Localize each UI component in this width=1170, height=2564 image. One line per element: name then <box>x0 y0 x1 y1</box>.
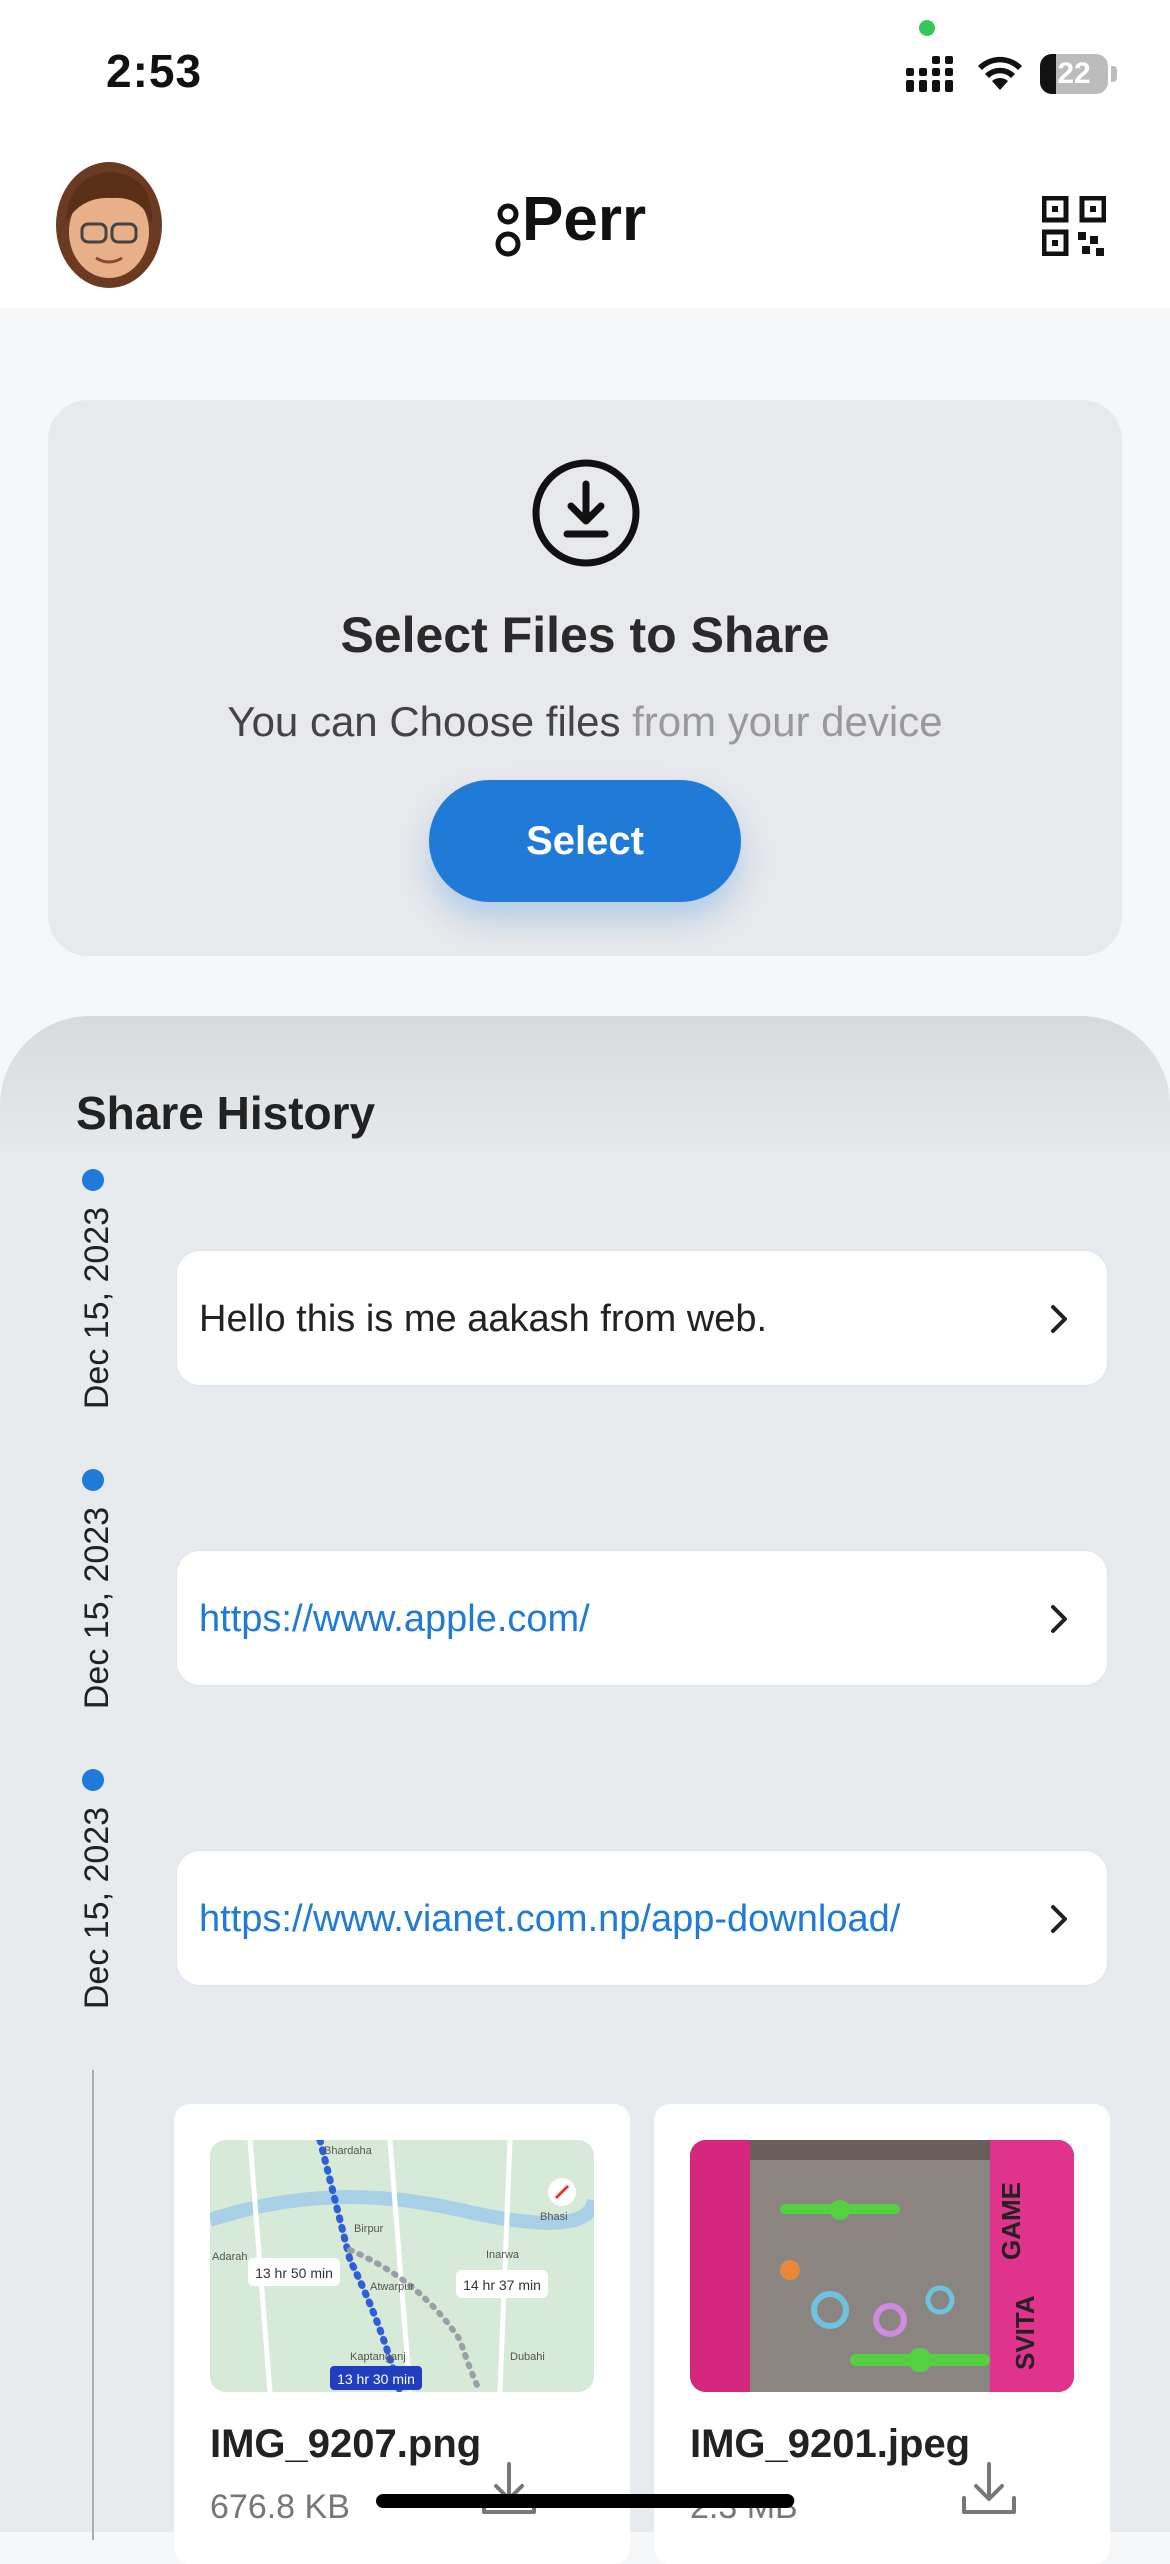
map-route-label: 14 hr 37 min <box>463 2277 541 2293</box>
toy-text: SVITA <box>1010 2295 1040 2370</box>
map-route-label: 13 hr 30 min <box>337 2371 415 2387</box>
select-button[interactable]: Select <box>429 780 741 902</box>
history-item-text[interactable]: Hello this is me aakash from web. <box>176 1250 1108 1386</box>
file-size: 676.8 KB <box>210 2488 350 2526</box>
file-name: IMG_9207.png <box>210 2422 482 2466</box>
qr-code-icon[interactable] <box>1042 196 1106 256</box>
download-circle-icon <box>532 459 640 567</box>
app-logo: Perr <box>495 185 646 257</box>
chevron-right-icon <box>1051 1605 1067 1633</box>
file-name: IMG_9201.jpeg <box>690 2422 971 2466</box>
panel-subtitle-rest: from your device <box>620 698 943 745</box>
history-item-link[interactable]: https://www.vianet.com.np/app-download/ <box>176 1850 1108 1986</box>
panel-subtitle-strong: You can Choose files <box>227 698 621 745</box>
battery-tip <box>1111 66 1117 82</box>
privacy-indicator-dot <box>919 20 935 36</box>
signal-icon <box>906 56 953 92</box>
history-item-content: Hello this is me aakash from web. <box>199 1298 768 1340</box>
map-place-label: Adarah <box>212 2251 247 2263</box>
panel-subtitle: You can Choose files from your device <box>48 698 1122 746</box>
map-place-label: Bhardaha <box>324 2145 373 2157</box>
timeline-dot <box>82 1469 104 1491</box>
wifi-icon <box>978 56 1022 90</box>
map-place-label: Bhasi <box>540 2211 568 2223</box>
map-place-label: Inarwa <box>486 2249 520 2261</box>
battery-indicator: 22 <box>1040 54 1108 94</box>
battery-percentage: 22 <box>1057 57 1091 90</box>
timeline-date: Dec 15, 2023 <box>78 1506 116 1710</box>
logo-text: Perr <box>522 185 646 254</box>
chevron-right-icon <box>1051 1305 1067 1333</box>
map-place-label: Kaptanganj <box>350 2351 406 2363</box>
photo-thumbnail: GAME SVITA <box>690 2140 1074 2392</box>
download-icon[interactable] <box>958 2458 1020 2520</box>
timeline-date: Dec 15, 2023 <box>78 1206 116 1410</box>
timeline-dot <box>82 1169 104 1191</box>
avatar-memoji <box>66 172 153 278</box>
status-time: 2:53 <box>106 45 203 97</box>
history-item-url[interactable]: https://www.vianet.com.np/app-download/ <box>199 1898 900 1940</box>
history-item-url[interactable]: https://www.apple.com/ <box>199 1598 590 1640</box>
map-image: 13 hr 50 min 14 hr 37 min 13 hr 30 min B… <box>210 2140 594 2392</box>
home-indicator[interactable] <box>376 2494 794 2508</box>
toy-text: GAME <box>996 2182 1026 2260</box>
toy-photo-image: GAME SVITA <box>690 2140 1074 2392</box>
avatar[interactable] <box>56 162 162 288</box>
panel-title: Select Files to Share <box>340 607 830 663</box>
download-icon[interactable] <box>478 2458 540 2520</box>
history-item-link[interactable]: https://www.apple.com/ <box>176 1550 1108 1686</box>
map-place-label: Dubahi <box>510 2351 545 2363</box>
map-route-label: 13 hr 50 min <box>255 2265 333 2281</box>
timeline-line <box>92 2070 94 2540</box>
map-thumbnail: 13 hr 50 min 14 hr 37 min 13 hr 30 min B… <box>210 2140 594 2392</box>
chevron-right-icon <box>1051 1905 1067 1933</box>
battery-level <box>1040 54 1056 94</box>
map-place-label: Birpur <box>354 2223 384 2235</box>
timeline-date: Dec 15, 2023 <box>78 1806 116 2010</box>
map-place-label: Atwarpur <box>370 2281 414 2293</box>
timeline-dot <box>82 1769 104 1791</box>
status-bar: 2:53 22 <box>0 0 1170 140</box>
history-title: Share History <box>76 1087 376 1139</box>
